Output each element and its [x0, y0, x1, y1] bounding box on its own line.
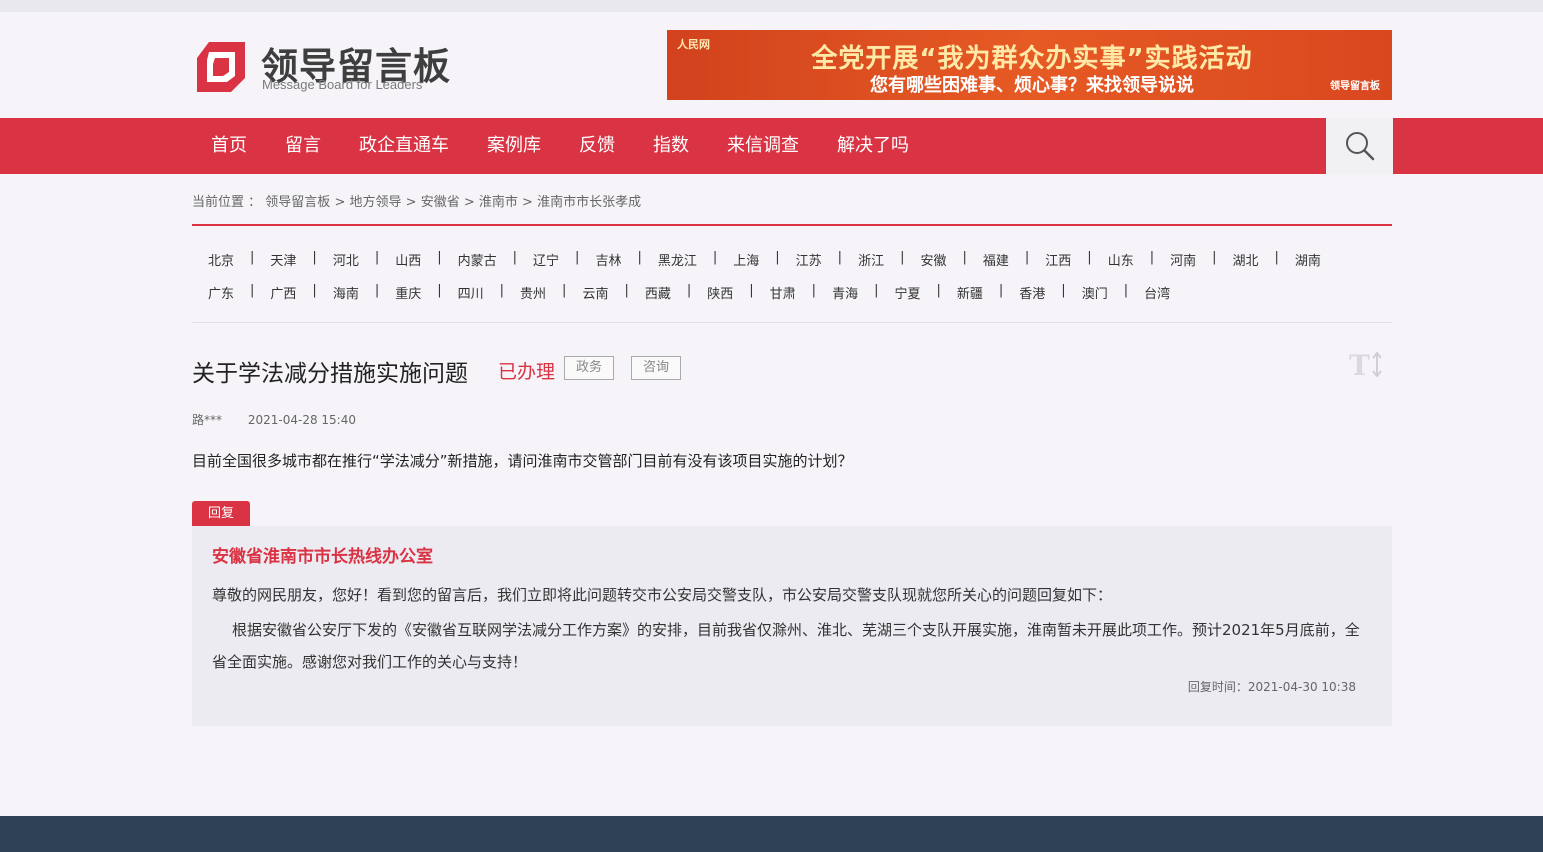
reply-time: 回复时间：2021-04-30 10:38 [1187, 680, 1356, 694]
breadcrumb-item-province[interactable]: 安徽省 [421, 195, 460, 210]
province-link[interactable]: 四川 [442, 283, 500, 302]
province-link[interactable]: 广西 [254, 283, 312, 302]
province-link[interactable]: 香港 [1003, 283, 1061, 302]
reply-panel: 安徽省淮南市市长热线办公室 尊敬的网民朋友，您好！看到您的留言后，我们立即将此问… [192, 526, 1392, 726]
logo-mark-icon [197, 42, 245, 92]
main-nav: 首页 留言 政企直通车 案例库 反馈 指数 来信调查 解决了吗 [0, 118, 1543, 174]
breadcrumb-separator: > [463, 195, 475, 210]
province-link[interactable]: 澳门 [1066, 283, 1124, 302]
province-link[interactable]: 甘肃 [754, 283, 812, 302]
province-link[interactable]: 浙江 [842, 250, 900, 269]
province-row-2: 广东 | 广西 | 海南 | 重庆 | 四川 | 贵州 | 云南 | 西藏 | 陕西 | 甘肃 | 青海 | 宁夏 | 新疆 | 香… [192, 283, 1186, 302]
question-status: 已办理 [498, 361, 556, 383]
banner-subline: 您有哪些困难事、烦心事？来找领导说说 [870, 75, 1194, 96]
reply-organization: 安徽省淮南市市长热线办公室 [212, 547, 433, 567]
province-link[interactable]: 海南 [317, 283, 375, 302]
nav-item-feedback[interactable]: 反馈 [560, 118, 634, 174]
search-icon [1345, 132, 1374, 161]
province-link[interactable]: 安徽 [904, 250, 962, 269]
province-link[interactable]: 福建 [967, 250, 1025, 269]
province-link[interactable]: 黑龙江 [642, 250, 713, 269]
province-link[interactable]: 台湾 [1128, 283, 1186, 302]
logo-english-text: Message Board for Leaders [262, 77, 423, 92]
search-button[interactable] [1326, 118, 1393, 174]
breadcrumb-divider [192, 224, 1392, 226]
font-size-icon[interactable]: T [1348, 348, 1384, 382]
province-link[interactable]: 湖北 [1217, 250, 1275, 269]
province-link[interactable]: 天津 [254, 250, 312, 269]
breadcrumb-item-local-leaders[interactable]: 地方领导 [349, 195, 401, 210]
province-divider [192, 322, 1392, 323]
province-link[interactable]: 河北 [317, 250, 375, 269]
svg-text:T: T [1349, 349, 1370, 382]
reply-paragraph-1: 尊敬的网民朋友，您好！看到您的留言后，我们立即将此问题转交市公安局交警支队，市公… [212, 586, 1113, 604]
banner-headline: 全党开展“我为群众办实事”实践活动 [811, 44, 1253, 74]
breadcrumb-prefix: 当前位置 ： [192, 195, 262, 210]
question-tag-category[interactable]: 政务 [564, 356, 614, 380]
province-link[interactable]: 吉林 [579, 250, 637, 269]
reply-badge: 回复 [192, 501, 250, 527]
nav-item-home[interactable]: 首页 [192, 118, 266, 174]
breadcrumb-separator: > [405, 195, 417, 210]
banner-mark: 领导留言板 [1330, 81, 1380, 92]
question-tag-type[interactable]: 咨询 [631, 356, 681, 380]
province-link[interactable]: 江西 [1029, 250, 1087, 269]
province-link[interactable]: 北京 [192, 250, 250, 269]
province-link[interactable]: 西藏 [629, 283, 687, 302]
nav-item-cases[interactable]: 案例库 [468, 118, 560, 174]
breadcrumb-item-city[interactable]: 淮南市 [479, 195, 518, 210]
banner-source: 人民网 [677, 38, 710, 51]
nav-item-message[interactable]: 留言 [266, 118, 340, 174]
site-header: 领导留言板 Message Board for Leaders 人民网 全党开展… [0, 12, 1543, 118]
province-link[interactable]: 新疆 [941, 283, 999, 302]
breadcrumb-separator: > [522, 195, 533, 210]
site-logo[interactable]: 领导留言板 Message Board for Leaders [193, 38, 458, 94]
question-author: 路*** [192, 413, 223, 427]
province-link[interactable]: 内蒙古 [442, 250, 513, 269]
province-link[interactable]: 上海 [717, 250, 775, 269]
province-link[interactable]: 重庆 [379, 283, 437, 302]
nav-item-enterprise[interactable]: 政企直通车 [340, 118, 468, 174]
province-link[interactable]: 河南 [1154, 250, 1212, 269]
question-body: 目前全国很多城市都在推行“学法减分”新措施，请问淮南市交管部门目前有没有该项目实… [192, 452, 853, 470]
province-link[interactable]: 辽宁 [517, 250, 575, 269]
province-link[interactable]: 陕西 [691, 283, 749, 302]
province-link[interactable]: 云南 [566, 283, 624, 302]
page-footer [0, 816, 1543, 852]
province-link[interactable]: 广东 [192, 283, 250, 302]
province-link[interactable]: 江苏 [780, 250, 838, 269]
question-meta: 路*** 2021-04-28 15:40 [192, 411, 356, 428]
nav-item-survey[interactable]: 来信调查 [708, 118, 818, 174]
breadcrumb-separator: > [334, 195, 346, 210]
campaign-banner[interactable]: 人民网 全党开展“我为群众办实事”实践活动 您有哪些困难事、烦心事？来找领导说说… [667, 30, 1392, 100]
province-link[interactable]: 山东 [1092, 250, 1150, 269]
province-link[interactable]: 湖南 [1279, 250, 1337, 269]
top-strip [0, 0, 1543, 12]
province-link[interactable]: 青海 [816, 283, 874, 302]
question-time: 2021-04-28 15:40 [247, 413, 356, 427]
province-row-1: 北京 | 天津 | 河北 | 山西 | 内蒙古 | 辽宁 | 吉林 | 黑龙江 | 上海 | 江苏 | 浙江 | 安徽 | 福建… [192, 250, 1337, 269]
reply-paragraph-2: 根据安徽省公安厅下发的《安徽省互联网学法减分工作方案》的安排，目前我省仅滁州、淮… [212, 621, 1360, 671]
breadcrumb: 当前位置 ： 领导留言板 > 地方领导 > 安徽省 > 淮南市 > 淮南市市长张… [192, 191, 641, 210]
province-link[interactable]: 山西 [379, 250, 437, 269]
province-link[interactable]: 宁夏 [878, 283, 936, 302]
nav-item-solved[interactable]: 解决了吗 [818, 118, 928, 174]
breadcrumb-item-home[interactable]: 领导留言板 [265, 195, 330, 210]
breadcrumb-item-leader[interactable]: 淮南市市长张孝成 [537, 195, 641, 210]
province-link[interactable]: 贵州 [504, 283, 562, 302]
question-title: 关于学法减分措施实施问题 [192, 361, 468, 387]
nav-list: 首页 留言 政企直通车 案例库 反馈 指数 来信调查 解决了吗 [192, 118, 928, 174]
nav-item-index[interactable]: 指数 [634, 118, 708, 174]
